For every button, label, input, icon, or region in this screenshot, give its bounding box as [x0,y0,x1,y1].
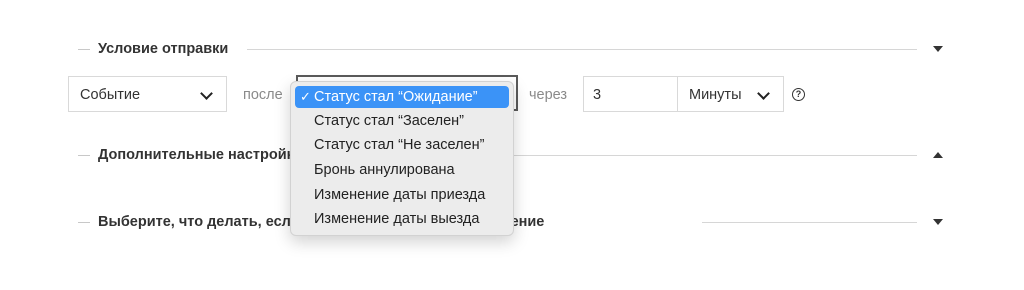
divider [78,155,90,156]
additional-settings-title: Дополнительные настройки [98,147,303,163]
event-dropdown-menu: ✓ Статус стал “Ожидание” Статус стал “За… [290,81,514,236]
divider [78,49,90,50]
delay-label: через [529,87,568,103]
dropdown-option[interactable]: Изменение даты выезда [295,208,509,230]
collapse-down-icon[interactable] [933,46,943,52]
chevron-down-icon [200,87,213,100]
collapse-down-icon[interactable] [933,219,943,225]
dropdown-option[interactable]: Бронь аннулирована [295,159,509,181]
dropdown-option[interactable]: Статус стал “Заселен” [295,110,509,132]
after-label: после [243,87,283,103]
divider [78,222,90,223]
trigger-type-value: Событие [80,87,141,103]
delay-unit-value: Минуты [689,87,742,103]
divider [512,155,917,156]
delay-value: 3 [593,87,602,103]
divider [247,49,917,50]
divider [702,222,917,223]
delay-unit-select[interactable]: Минуты [677,76,784,112]
dropdown-option[interactable]: ✓ Статус стал “Ожидание” [295,86,509,108]
send-condition-title: Условие отправки [98,41,229,57]
dropdown-option[interactable]: Изменение даты приезда [295,184,509,206]
checkmark-icon: ✓ [300,89,311,104]
collapse-up-icon[interactable] [933,152,943,158]
send-condition-header[interactable]: Условие отправки [0,38,1024,62]
trigger-type-select[interactable]: Событие [68,76,227,112]
help-icon[interactable]: ? [792,88,805,101]
delay-value-input[interactable]: 3 [583,76,678,112]
chevron-down-icon [757,87,770,100]
dropdown-option[interactable]: Статус стал “Не заселен” [295,134,509,156]
